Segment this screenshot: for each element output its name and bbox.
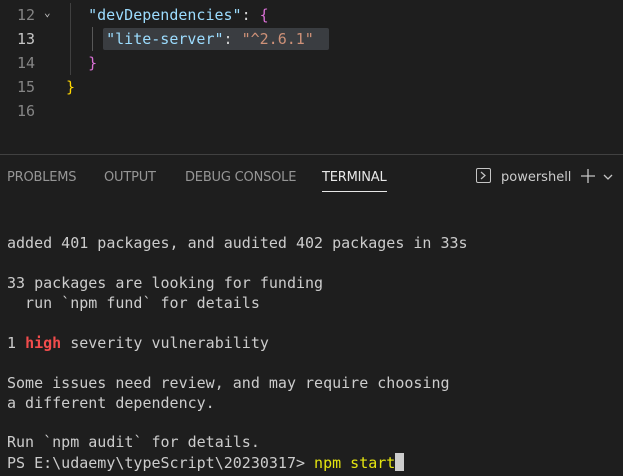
terminal-line-vulnerability: 1 high severity vulnerability bbox=[7, 334, 269, 352]
json-key: "devDependencies" bbox=[88, 6, 242, 24]
tab-output[interactable]: OUTPUT bbox=[104, 170, 156, 185]
line-number: 13 bbox=[16, 30, 35, 48]
json-value: "^2.6.1" bbox=[241, 30, 314, 48]
line-number: 14 bbox=[16, 54, 35, 72]
terminal-line: 33 packages are looking for funding bbox=[7, 274, 324, 292]
brace: } bbox=[66, 78, 76, 96]
severity-high-label: high bbox=[25, 334, 62, 352]
tab-problems[interactable]: PROBLEMS bbox=[7, 170, 77, 185]
fold-chevron-icon[interactable]: ⌄ bbox=[44, 6, 51, 19]
line-number: 16 bbox=[16, 102, 35, 120]
terminal-line: run `npm fund` for details bbox=[7, 294, 260, 312]
code-line-14[interactable]: 14 } bbox=[0, 51, 623, 75]
active-tab-indicator bbox=[322, 191, 387, 192]
terminal-output[interactable]: added 401 packages, and audited 402 pack… bbox=[0, 199, 623, 476]
code-editor[interactable]: 12 ⌄ "devDependencies": { 13 "lite-serve… bbox=[0, 0, 623, 154]
terminal-shell-label[interactable]: powershell bbox=[501, 170, 571, 185]
terminal-prompt-line[interactable]: PS E:\udaemy\typeScript\20230317> npm st… bbox=[7, 453, 405, 473]
code-text: "lite-server": "^2.6.1" bbox=[106, 30, 314, 48]
terminal-line: Some issues need review, and may require… bbox=[7, 374, 450, 392]
terminal-cursor bbox=[395, 453, 405, 471]
code-line-12[interactable]: 12 ⌄ "devDependencies": { bbox=[0, 3, 623, 27]
json-key: "lite-server" bbox=[106, 30, 224, 48]
terminal-command: npm start bbox=[314, 454, 396, 472]
code-line-15[interactable]: 15 } bbox=[0, 75, 623, 99]
brace: { bbox=[259, 6, 269, 24]
vscode-window: 12 ⌄ "devDependencies": { 13 "lite-serve… bbox=[0, 0, 623, 476]
brace: } bbox=[88, 54, 98, 72]
panel-tab-bar: PROBLEMS OUTPUT DEBUG CONSOLE TERMINAL p… bbox=[0, 155, 623, 199]
terminal-shell-icon[interactable] bbox=[476, 168, 491, 183]
line-number: 12 bbox=[16, 6, 35, 24]
terminal-dropdown-chevron-icon[interactable] bbox=[602, 169, 614, 183]
code-line-16[interactable]: 16 bbox=[0, 99, 623, 123]
line-number: 15 bbox=[16, 78, 35, 96]
tab-terminal[interactable]: TERMINAL bbox=[322, 170, 387, 185]
new-terminal-plus-icon[interactable] bbox=[579, 167, 597, 185]
code-line-13[interactable]: 13 "lite-server": "^2.6.1" bbox=[0, 27, 623, 51]
code-text: } bbox=[66, 78, 75, 96]
terminal-line: Run `npm audit` for details. bbox=[7, 433, 260, 451]
tab-debug-console[interactable]: DEBUG CONSOLE bbox=[185, 170, 296, 185]
terminal-line: added 401 packages, and audited 402 pack… bbox=[7, 234, 468, 252]
indent-guide-active bbox=[92, 27, 93, 51]
terminal-prompt: PS E:\udaemy\typeScript\20230317> bbox=[7, 454, 315, 472]
terminal-line: a different dependency. bbox=[7, 394, 215, 412]
code-text: "devDependencies": { bbox=[88, 6, 269, 24]
code-text: } bbox=[70, 54, 97, 72]
